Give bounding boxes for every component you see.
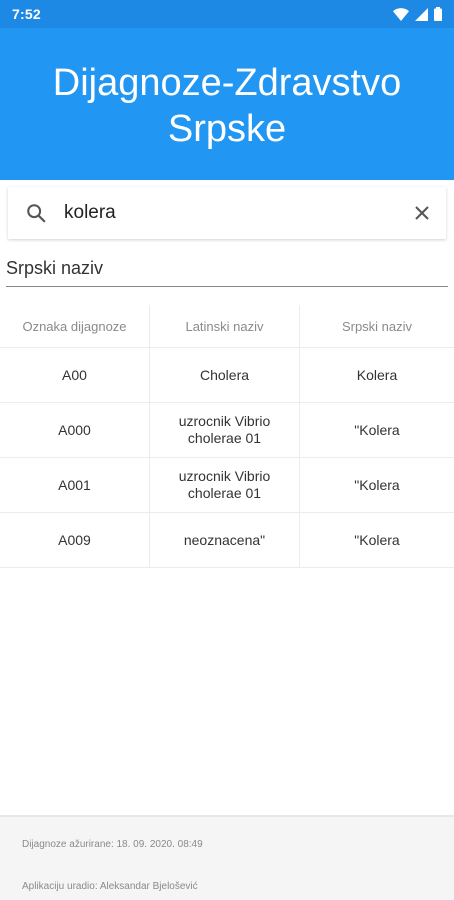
search-bar[interactable]: kolera	[8, 187, 446, 239]
battery-icon	[434, 7, 442, 21]
cell-latin: uzrocnik Vibrio cholerae 01	[150, 403, 300, 457]
cell-code: A000	[0, 403, 150, 457]
cell-latin: neoznacena"	[150, 513, 300, 567]
cell-code: A00	[0, 348, 150, 402]
cell-serbian: Kolera	[356, 366, 398, 383]
cell-serbian: "Kolera	[354, 421, 400, 438]
app-header: Dijagnoze-Zdravstvo Srpske	[0, 28, 454, 180]
search-field-select[interactable]: Srpski naziv	[6, 258, 448, 287]
wifi-icon	[393, 7, 409, 21]
footer: Dijagnoze ažurirane: 18. 09. 2020. 08:49…	[0, 815, 454, 900]
table-row[interactable]: A009 neoznacena" "Kolera	[0, 513, 454, 568]
column-header-serbian[interactable]: Srpski naziv	[300, 305, 454, 347]
cell-serbian: "Kolera	[354, 476, 400, 493]
status-time: 7:52	[12, 6, 41, 22]
app-title: Dijagnoze-Zdravstvo Srpske	[52, 62, 402, 150]
table-header-row: Oznaka dijagnoze Latinski naziv Srpski n…	[0, 305, 454, 348]
cell-latin: uzrocnik Vibrio cholerae 01	[150, 458, 300, 512]
cell-serbian: "Kolera	[354, 531, 400, 548]
diagnosis-table: Oznaka dijagnoze Latinski naziv Srpski n…	[0, 305, 454, 568]
status-bar: 7:52	[0, 0, 454, 28]
cell-code: A001	[0, 458, 150, 512]
footer-updated-text: Dijagnoze ažurirane: 18. 09. 2020. 08:49	[22, 839, 203, 850]
search-icon[interactable]	[8, 202, 64, 224]
status-icons	[393, 7, 442, 21]
table-row[interactable]: A000 uzrocnik Vibrio cholerae 01 "Kolera	[0, 403, 454, 458]
table-row[interactable]: A00 Cholera Kolera	[0, 348, 454, 403]
cell-code: A009	[0, 513, 150, 567]
search-input[interactable]: kolera	[64, 202, 398, 224]
close-icon[interactable]	[398, 205, 446, 221]
footer-author-text: Aplikaciju uradio: Aleksandar Bjelošević	[22, 881, 198, 892]
signal-icon	[415, 7, 428, 21]
column-header-latin[interactable]: Latinski naziv	[150, 305, 300, 347]
cell-latin: Cholera	[150, 348, 300, 402]
column-header-code[interactable]: Oznaka dijagnoze	[0, 305, 150, 347]
table-row[interactable]: A001 uzrocnik Vibrio cholerae 01 "Kolera	[0, 458, 454, 513]
